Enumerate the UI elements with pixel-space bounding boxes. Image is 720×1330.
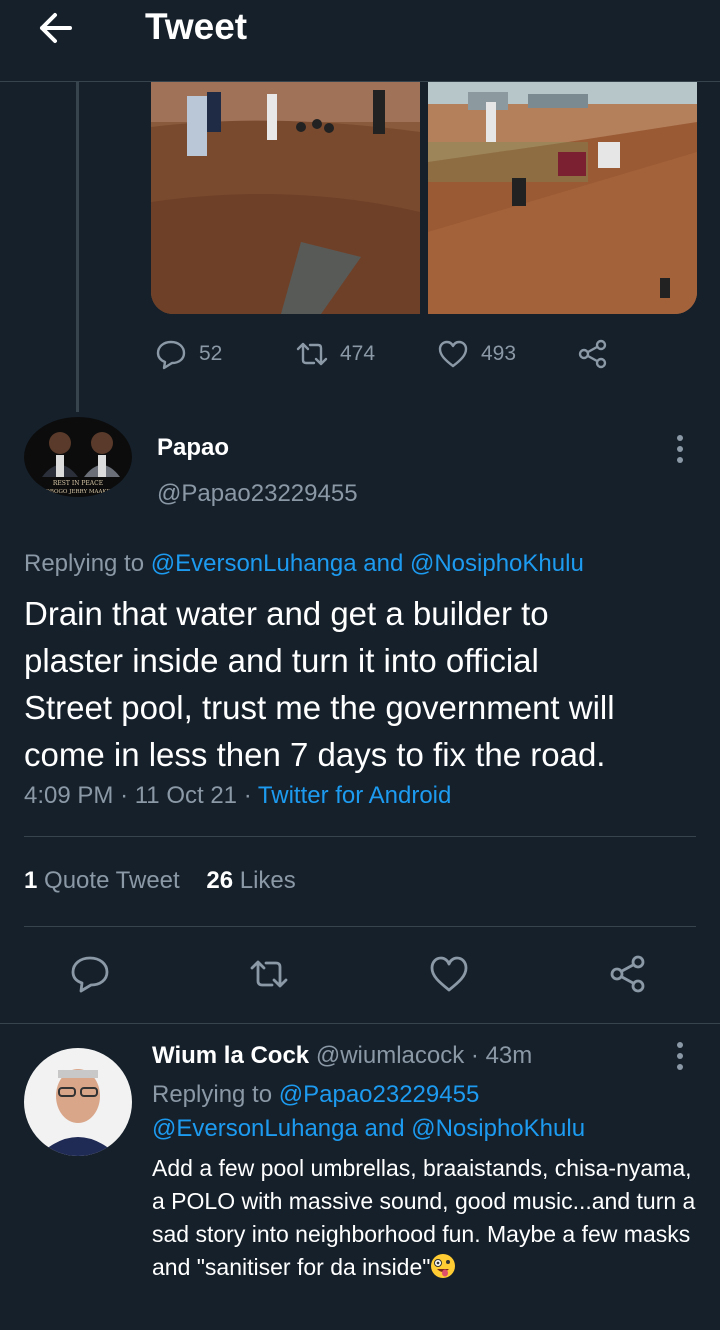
reply-header: Wium la Cock @wiumlacock · 43m [152,1042,532,1070]
reply-text-body: Add a few pool umbrellas, braaistands, c… [152,1155,696,1280]
author-name[interactable]: Papao [157,434,229,462]
likes-label: Likes [239,867,296,894]
back-arrow-icon[interactable] [34,8,78,48]
divider [24,926,696,927]
replying-prefix: Replying to [24,550,145,577]
tweet-media [151,82,697,314]
meta-separator: · [243,782,252,809]
quote-count: 1 [24,867,38,894]
retweet-count: 474 [340,342,376,365]
likes-count: 26 [206,867,234,894]
replying-user-link[interactable]: @NosiphoKhulu [411,1115,585,1142]
meta-separator: · [120,782,129,809]
tweet-text: Drain that water and get a builder to pl… [24,590,704,778]
replying-prefix: Replying to [152,1081,273,1108]
tweet-text-line: Drain that water and get a builder to [24,595,549,632]
quote-tweets-link[interactable]: 1 Quote Tweet [24,867,180,894]
replying-user-link[interactable]: @EversonLuhanga [152,1115,358,1142]
like-button[interactable]: 493 [437,334,516,374]
like-count: 493 [481,342,517,365]
avatar-caption-2: OBOGO JERRY MAAKE [45,489,110,495]
avatar[interactable]: REST IN PEACE OBOGO JERRY MAAKE [24,417,132,497]
thread-line [76,82,79,412]
reply-time: 43m [485,1042,533,1069]
reply-icon [71,956,109,993]
retweet-icon [250,960,288,988]
share-button[interactable] [577,334,609,374]
reply-button[interactable] [70,954,110,994]
tweet-meta: 4:09 PM · 11 Oct 21 · Twitter for Androi… [24,782,451,810]
reply-text: Add a few pool umbrellas, braaistands, c… [152,1152,700,1284]
zany-face-emoji [431,1254,456,1278]
avatar[interactable] [24,1048,132,1156]
share-icon [578,339,607,369]
likes-link[interactable]: 26 Likes [206,867,295,894]
replying-user-link[interactable]: @EversonLuhanga [151,550,357,577]
replying-and[interactable]: and [363,550,403,577]
retweet-icon [296,342,328,366]
like-icon [430,956,468,992]
top-bar: Tweet [0,0,720,82]
tweet-text-line: come in less then 7 days to fix the road… [24,736,606,773]
reply-count: 52 [199,342,223,365]
quote-label: Quote Tweet [44,867,180,894]
replying-user-link[interactable]: @NosiphoKhulu [410,550,584,577]
media-photo-1[interactable] [151,82,420,314]
replying-to: Replying to @Papao23229455 @EversonLuhan… [152,1078,672,1146]
share-button[interactable] [608,954,648,994]
tweet-client-link[interactable]: Twitter for Android [258,782,451,809]
share-icon [610,955,645,993]
tweet-date: 11 Oct 21 [134,782,238,809]
tweet-text-line: Street pool, trust me the government wil… [24,689,615,726]
replying-to: Replying to @EversonLuhanga and @Nosipho… [24,550,584,578]
more-icon[interactable] [666,433,694,465]
divider [0,1023,720,1024]
like-icon [438,340,468,368]
tweet-stats: 1 Quote Tweet 26 Likes [24,867,296,895]
tweet-text-line: plaster inside and turn it into official [24,642,539,679]
more-icon[interactable] [666,1040,694,1072]
tweet-time: 4:09 PM [24,782,114,809]
tweet-actions [0,954,720,998]
meta-separator: · [470,1042,479,1069]
media-photo-2[interactable] [428,82,697,314]
reply-author-handle[interactable]: @wiumlacock [316,1042,464,1069]
reply-author-name[interactable]: Wium la Cock [152,1042,309,1069]
page-title: Tweet [145,6,248,47]
avatar-caption-1: REST IN PEACE [53,480,103,487]
author-handle[interactable]: @Papao23229455 [157,480,358,508]
divider [24,836,696,837]
retweet-button[interactable] [249,954,289,994]
replying-and[interactable]: and [365,1115,405,1142]
replying-user-link[interactable]: @Papao23229455 [279,1081,480,1108]
reply-button[interactable]: 52 [155,334,222,374]
reply-icon [156,340,186,370]
like-button[interactable] [429,954,469,994]
retweet-button[interactable]: 474 [296,334,375,374]
